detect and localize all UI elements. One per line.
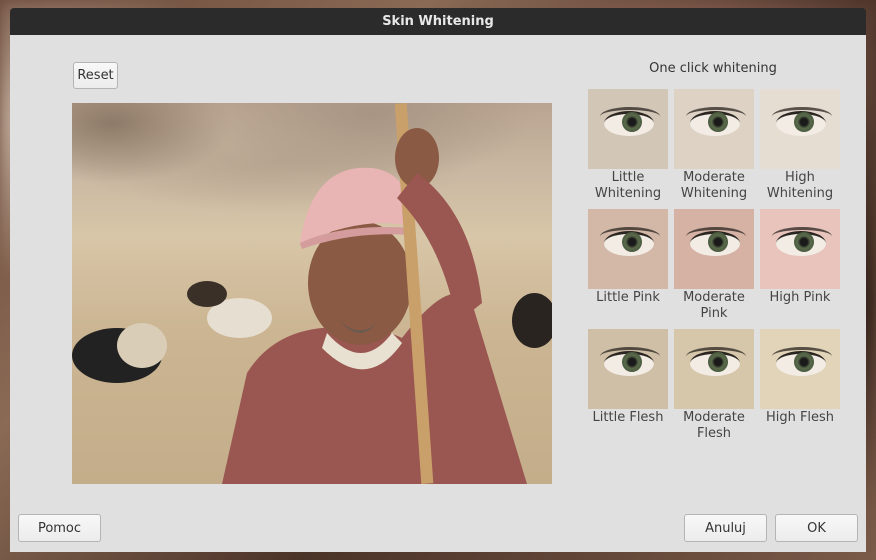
cancel-button[interactable]: Anuluj [684, 514, 767, 542]
iris-shape [794, 352, 814, 372]
preset-high-pink[interactable]: High Pink [760, 209, 840, 306]
preset-label: High Flesh [765, 410, 835, 425]
preset-label: Little Whitening [594, 170, 662, 201]
preset-label: Little Flesh [592, 410, 664, 425]
preset-high-whitening[interactable]: High Whitening [760, 89, 840, 202]
preset-label: High Whitening [766, 170, 834, 201]
preset-label: Little Pink [596, 290, 660, 305]
eye-thumbnail[interactable] [588, 89, 668, 169]
person-illustration [222, 103, 527, 484]
iris-shape [622, 352, 642, 372]
preset-little-pink[interactable]: Little Pink [588, 209, 668, 306]
eye-thumbnail[interactable] [588, 209, 668, 289]
preset-moderate-flesh[interactable]: Moderate Flesh [674, 329, 754, 442]
eye-thumbnail[interactable] [588, 329, 668, 409]
eye-thumbnail[interactable] [760, 209, 840, 289]
eye-thumbnail[interactable] [760, 329, 840, 409]
iris-shape [622, 112, 642, 132]
iris-shape [708, 352, 728, 372]
help-button[interactable]: Pomoc [18, 514, 101, 542]
presets-title: One click whitening [649, 61, 777, 76]
ok-button[interactable]: OK [775, 514, 858, 542]
skin-whitening-dialog: Reset One click whitening Little Whiteni… [10, 35, 866, 552]
preset-label: Moderate Whitening [680, 170, 748, 201]
preset-moderate-pink[interactable]: Moderate Pink [674, 209, 754, 322]
preset-label: Moderate Pink [683, 290, 745, 321]
iris-shape [708, 232, 728, 252]
eye-thumbnail[interactable] [674, 89, 754, 169]
reset-button[interactable]: Reset [73, 62, 118, 89]
preset-label: High Pink [769, 290, 831, 305]
preset-high-flesh[interactable]: High Flesh [760, 329, 840, 426]
iris-shape [622, 232, 642, 252]
preset-little-flesh[interactable]: Little Flesh [588, 329, 668, 426]
iris-shape [708, 112, 728, 132]
preset-moderate-whitening[interactable]: Moderate Whitening [674, 89, 754, 202]
preset-label: Moderate Flesh [683, 410, 745, 441]
preview-image [72, 103, 552, 484]
preset-little-whitening[interactable]: Little Whitening [588, 89, 668, 202]
eye-thumbnail[interactable] [674, 209, 754, 289]
iris-shape [794, 112, 814, 132]
eye-thumbnail[interactable] [760, 89, 840, 169]
iris-shape [794, 232, 814, 252]
eye-thumbnail[interactable] [674, 329, 754, 409]
window-title: Skin Whitening [382, 14, 494, 29]
window-titlebar[interactable]: Skin Whitening [10, 8, 866, 35]
